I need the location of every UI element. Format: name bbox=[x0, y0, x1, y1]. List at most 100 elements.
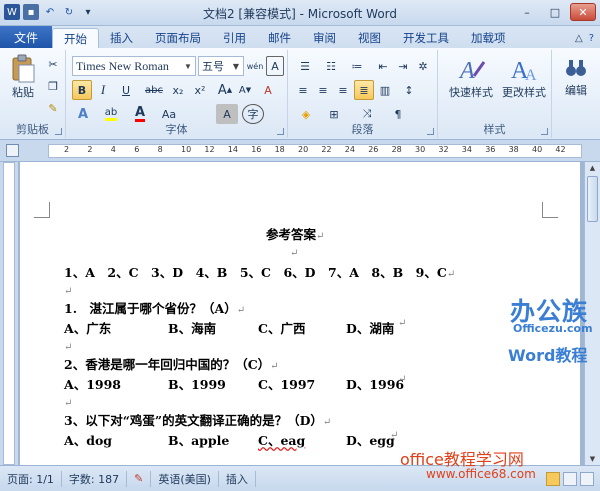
change-styles-button[interactable]: A A 更改样式 bbox=[498, 56, 550, 100]
bold-button[interactable]: B bbox=[72, 80, 92, 100]
justify-icon[interactable]: ≣ bbox=[354, 80, 374, 100]
answer-heading: 参考答案↵ bbox=[266, 227, 325, 242]
ruler-number: 10 bbox=[181, 145, 192, 154]
language[interactable]: 英语(美国) bbox=[151, 470, 219, 487]
multilevel-list-icon[interactable]: ≔ bbox=[346, 56, 368, 76]
ruler-number: 26 bbox=[368, 145, 379, 154]
minimize-ribbon-icon[interactable]: △ bbox=[575, 33, 583, 44]
scroll-thumb[interactable] bbox=[587, 176, 598, 222]
ruler-number: 40 bbox=[532, 145, 543, 154]
align-left-icon[interactable]: ≡ bbox=[294, 80, 312, 100]
insert-mode[interactable]: 插入 bbox=[219, 470, 256, 487]
answer-key: 1、A 2、C 3、D 4、B 5、C 6、D 7、A 8、B 9、C↵ bbox=[64, 265, 456, 280]
ruler-number: 38 bbox=[508, 145, 519, 154]
ruler-number: 28 bbox=[391, 145, 402, 154]
ruler-number: 6 bbox=[134, 145, 140, 154]
print-layout-view-icon[interactable] bbox=[546, 471, 560, 486]
footer-watermark-url: www.office68.com bbox=[426, 467, 536, 481]
close-button[interactable]: ✕ bbox=[570, 3, 596, 21]
subscript-button[interactable]: x₂ bbox=[168, 80, 188, 100]
editing-button[interactable]: 编辑 bbox=[556, 56, 596, 98]
minimize-button[interactable]: – bbox=[514, 3, 540, 21]
ruler-number: 36 bbox=[485, 145, 496, 154]
dialog-launcher-icon[interactable] bbox=[427, 128, 434, 135]
shrink-font-button[interactable]: A ▼ bbox=[236, 80, 254, 100]
cut-icon[interactable]: ✂ bbox=[44, 54, 62, 74]
binoculars-icon bbox=[566, 60, 586, 76]
group-clipboard: 粘贴 ✂ ❐ ✎ 剪贴板 bbox=[0, 50, 66, 138]
question-3: 3、以下对“鸡蛋”的英文翻译正确的是？（D）↵ bbox=[64, 413, 332, 428]
group-editing: 编辑 bbox=[552, 50, 600, 138]
tab-view[interactable]: 视图 bbox=[347, 28, 392, 48]
proofing-icon[interactable]: ✎ bbox=[127, 470, 152, 487]
crop-mark bbox=[34, 202, 50, 218]
align-right-icon[interactable]: ≡ bbox=[334, 80, 352, 100]
clear-formatting-button[interactable]: A bbox=[256, 80, 280, 100]
group-font: Times New Roman ▼ 五号 ▼ wén A B I U abc x₂ … bbox=[66, 50, 288, 138]
maximize-button[interactable]: □ bbox=[542, 3, 568, 21]
grow-font-button[interactable]: A ▲ bbox=[216, 80, 234, 100]
ribbon-tabs: 文件 开始 插入 页面布局 引用 邮件 审阅 视图 开发工具 加载项 △ ? bbox=[0, 26, 600, 48]
superscript-button[interactable]: x² bbox=[190, 80, 210, 100]
character-border-button[interactable]: A bbox=[266, 56, 284, 76]
format-painter-icon[interactable]: ✎ bbox=[44, 98, 62, 118]
document-canvas: 参考答案↵ ↵ 1、A 2、C 3、D 4、B 5、C 6、D 7、A 8、B … bbox=[18, 162, 584, 465]
tab-home[interactable]: 开始 bbox=[52, 28, 99, 48]
tab-addins[interactable]: 加载项 bbox=[460, 28, 517, 48]
tab-insert[interactable]: 插入 bbox=[99, 28, 144, 48]
italic-button[interactable]: I bbox=[94, 80, 112, 100]
tab-references[interactable]: 引用 bbox=[212, 28, 257, 48]
decrease-indent-icon[interactable]: ⇤ bbox=[374, 56, 392, 76]
ruler-number: 24 bbox=[344, 145, 355, 154]
quick-styles-icon: A bbox=[458, 58, 486, 84]
tab-page-layout[interactable]: 页面布局 bbox=[144, 28, 212, 48]
distributed-icon[interactable]: ▥ bbox=[376, 80, 394, 100]
chinese-layout-icon[interactable]: ✲ bbox=[414, 56, 432, 76]
ruler-number: 18 bbox=[274, 145, 285, 154]
paste-button[interactable]: 粘贴 bbox=[6, 54, 40, 100]
line-spacing-icon[interactable]: ↕ bbox=[398, 80, 420, 100]
group-label: 段落 bbox=[351, 123, 374, 136]
help-icon[interactable]: ? bbox=[589, 33, 594, 44]
tab-review[interactable]: 审阅 bbox=[302, 28, 347, 48]
align-center-icon[interactable]: ≡ bbox=[314, 80, 332, 100]
ruler-strip bbox=[48, 144, 582, 158]
dialog-launcher-icon[interactable] bbox=[541, 128, 548, 135]
tab-developer[interactable]: 开发工具 bbox=[392, 28, 460, 48]
phonetic-guide-button[interactable]: wén bbox=[246, 56, 264, 76]
tab-selector[interactable] bbox=[6, 144, 19, 157]
group-styles: A 快速样式 A A 更改样式 样式 bbox=[438, 50, 552, 138]
horizontal-ruler[interactable]: 2 2 4 6 8 10 12 14 16 18 20 22 24 26 28 30 32 34 36 38 40 42 bbox=[0, 140, 600, 162]
vertical-ruler[interactable] bbox=[0, 162, 18, 465]
scroll-up-icon[interactable]: ▲ bbox=[585, 162, 600, 174]
strikethrough-button[interactable]: abc bbox=[142, 80, 166, 100]
tab-file[interactable]: 文件 bbox=[0, 26, 52, 48]
ruler-number: 12 bbox=[204, 145, 215, 154]
numbering-icon[interactable]: ☷ bbox=[320, 56, 342, 76]
svg-text:A: A bbox=[525, 67, 537, 84]
reading-view-icon[interactable] bbox=[563, 471, 577, 486]
word-count[interactable]: 字数: 187 bbox=[62, 470, 128, 487]
ruler-number: 2 bbox=[87, 145, 93, 154]
tab-mailings[interactable]: 邮件 bbox=[257, 28, 302, 48]
copy-icon[interactable]: ❐ bbox=[44, 76, 62, 96]
group-label: 字体 bbox=[165, 123, 188, 136]
font-size-combo[interactable]: 五号 ▼ bbox=[198, 56, 244, 76]
increase-indent-icon[interactable]: ⇥ bbox=[394, 56, 412, 76]
dialog-launcher-icon[interactable] bbox=[277, 128, 284, 135]
underline-button[interactable]: U bbox=[114, 80, 138, 100]
font-name-combo[interactable]: Times New Roman ▼ bbox=[72, 56, 196, 76]
crop-mark bbox=[542, 202, 558, 218]
bullets-icon[interactable]: ☰ bbox=[294, 56, 316, 76]
ruler-number: 14 bbox=[227, 145, 238, 154]
paste-icon bbox=[12, 54, 35, 83]
scroll-down-icon[interactable]: ▼ bbox=[585, 453, 600, 465]
question-1: 1. 湛江属于哪个省份？（A）↵ bbox=[64, 301, 246, 316]
title-bar: W ▪ ↶ ↻ ▾ 文档2 [兼容模式] - Microsoft Word – … bbox=[0, 0, 600, 26]
ruler-number: 32 bbox=[438, 145, 449, 154]
web-layout-view-icon[interactable] bbox=[580, 471, 594, 486]
quick-styles-button[interactable]: A 快速样式 bbox=[446, 56, 496, 100]
document-page[interactable]: 参考答案↵ ↵ 1、A 2、C 3、D 4、B 5、C 6、D 7、A 8、B … bbox=[20, 162, 580, 465]
page-count[interactable]: 页面: 1/1 bbox=[0, 470, 62, 487]
dialog-launcher-icon[interactable] bbox=[55, 128, 62, 135]
